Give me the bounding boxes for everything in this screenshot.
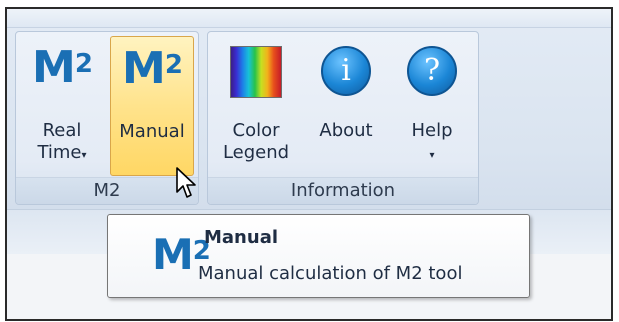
about-label: About <box>319 120 373 141</box>
real-time-button[interactable]: M2 Real Time▾ <box>20 36 104 176</box>
ribbon-tab-strip <box>7 9 611 28</box>
dropdown-caret-icon: ▾ <box>81 150 87 161</box>
tooltip-description: Manual calculation of M2 tool <box>198 263 463 284</box>
ribbon-group-m2: M2 Real Time▾ M2 Manual M2 <box>15 31 199 205</box>
real-time-label-line2: Time▾ <box>37 142 87 163</box>
dropdown-caret-icon: ▾ <box>429 150 435 161</box>
manual-label: Manual <box>119 121 185 142</box>
group-label-m2: M2 <box>16 177 198 204</box>
help-dropdown[interactable]: ▾ <box>392 142 472 167</box>
tooltip-title: Manual <box>204 227 279 248</box>
group-label-information: Information <box>208 177 478 204</box>
color-legend-button[interactable]: Color Legend <box>214 36 298 176</box>
color-legend-label-line1: Color <box>232 120 280 141</box>
help-icon: ? <box>407 46 457 96</box>
manual-tooltip: M2 Manual Manual calculation of M2 tool <box>107 214 530 298</box>
info-icon: i <box>321 46 371 96</box>
mouse-cursor-icon <box>176 167 196 198</box>
manual-button[interactable]: M2 Manual <box>110 36 194 176</box>
real-time-label-line1: Real <box>42 120 82 141</box>
ribbon-group-information: Color Legend i About ? Help ▾ Informatio… <box>207 31 479 205</box>
m2-icon: M2 <box>32 42 93 93</box>
ribbon: M2 Real Time▾ M2 Manual M2 Color Legend <box>7 9 611 209</box>
help-button[interactable]: ? Help ▾ <box>392 36 472 176</box>
help-label: Help <box>411 120 453 141</box>
m2-icon: M2 <box>122 43 183 94</box>
about-button[interactable]: i About <box>304 36 388 176</box>
color-legend-label-line2: Legend <box>222 142 290 163</box>
color-legend-icon <box>230 46 282 98</box>
